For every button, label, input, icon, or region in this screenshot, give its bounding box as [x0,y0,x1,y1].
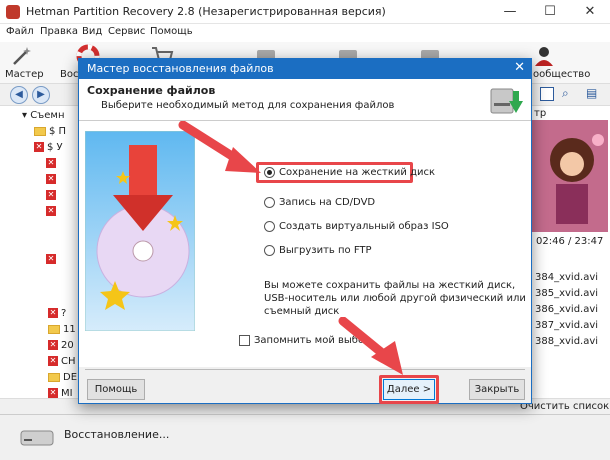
tree-item[interactable]: ✕ $ У [34,142,63,153]
tree-item[interactable]: ✕ [46,206,59,217]
deleted-folder-icon: ✕ [48,388,58,398]
option-ftp[interactable]: Выгрузить по FTP [264,245,372,257]
settings-icon[interactable]: ▤ [586,86,597,100]
expand-icon[interactable]: ▾ [22,110,30,121]
recovery-label[interactable]: Вос [60,69,78,80]
dialog-titlebar: Мастер восстановления файлов ✕ [79,59,531,79]
app-icon [6,5,20,19]
status-text: Восстановление... [64,428,170,441]
deleted-folder-icon: ✕ [48,340,58,350]
drive-icon [20,430,54,446]
dialog-title: Мастер восстановления файлов [87,62,274,75]
video-preview-image [532,120,608,232]
radio-icon[interactable] [264,245,275,256]
menu-service[interactable]: Сервис [108,26,145,37]
close-window-button[interactable]: ✕ [570,0,610,24]
media-time: 02:46 / 23:47 [536,236,604,247]
recovery-wizard-dialog: Мастер восстановления файлов ✕ Сохранени… [78,58,532,404]
menu-help[interactable]: Помощь [150,26,193,37]
option-cd-dvd[interactable]: Запись на CD/DVD [264,197,375,209]
window-titlebar: Hetman Partition Recovery 2.8 (Незарегис… [0,0,610,24]
dialog-heading: Сохранение файлов [87,84,216,97]
folder-icon [48,324,60,334]
radio-selected-icon[interactable] [264,167,275,178]
next-button[interactable]: Далее > [383,379,435,400]
annotation-arrow-icon [338,317,403,375]
file-item[interactable]: 384_xvid.avi [535,272,598,283]
tree-item[interactable]: ✕ CH [48,356,76,367]
deleted-folder-icon: ✕ [34,142,44,152]
folder-icon [48,372,60,382]
menu-edit[interactable]: Правка [40,26,78,37]
radio-icon[interactable] [264,197,275,208]
file-item[interactable]: 385_xvid.avi [535,288,598,299]
file-item[interactable]: 386_xvid.avi [535,304,598,315]
deleted-folder-icon: ✕ [48,356,58,366]
cartoon-thumbnail [532,120,608,232]
file-item[interactable]: 387_xvid.avi [535,320,598,331]
tree-item[interactable]: ✕ [46,174,59,185]
option-iso-image[interactable]: Создать виртуальный образ ISO [264,221,449,233]
back-icon[interactable]: ◀ [10,86,28,104]
tree-item[interactable]: ▾ Съемн [22,110,65,121]
radio-icon[interactable] [264,221,275,232]
tree-item[interactable]: ✕? [48,308,66,319]
tree-item[interactable]: DE [48,372,77,383]
menu-file[interactable]: Файл [6,26,34,37]
folder-tree: ▾ Съемн $ П ✕ $ У ✕ ✕ ✕ ✕ ✕ ✕? 11 ✕ 20 ✕ CH… [0,106,80,406]
menu-bar: Файл Правка Вид Сервис Помощь [0,24,610,42]
dialog-close-icon[interactable]: ✕ [514,60,525,75]
file-item[interactable]: 388_xvid.avi [535,336,598,347]
save-to-disk-icon [490,88,523,114]
option-hard-disk[interactable]: Сохранение на жесткий диск [264,167,435,179]
dialog-body: Сохранение на жесткий диск Запись на CD/… [79,121,531,367]
deleted-folder-icon: ✕ [48,308,58,318]
help-button[interactable]: Помощь [87,379,145,400]
window-title: Hetman Partition Recovery 2.8 (Незарегис… [26,5,386,18]
close-dialog-button[interactable]: Закрыть [469,379,525,400]
clear-list-button[interactable]: Очистить список [520,401,609,412]
tree-item[interactable]: ✕ [46,254,59,265]
deleted-folder-icon: ✕ [46,190,56,200]
dialog-subheading: Выберите необходимый метод для сохранени… [101,100,395,111]
tree-item[interactable]: ✕ [46,158,59,169]
preview-label: тр [534,108,547,119]
deleted-folder-icon: ✕ [46,174,56,184]
tree-item[interactable]: $ П [34,126,66,137]
tree-item[interactable]: ✕ [46,190,59,201]
save-icon[interactable] [540,87,554,101]
deleted-folder-icon: ✕ [46,254,56,264]
tree-item[interactable]: 11 [48,324,76,335]
forward-icon[interactable]: ▶ [32,86,50,104]
folder-icon [34,126,46,136]
maximize-button[interactable]: ☐ [530,0,570,24]
checkbox-icon[interactable] [239,335,250,346]
tree-item[interactable]: ✕ 20 [48,340,74,351]
dialog-header: Сохранение файлов Выберите необходимый м… [79,79,531,121]
option-description: Вы можете сохранить файлы на жесткий дис… [264,280,526,317]
wizard-icon[interactable] [10,44,34,68]
search-icon[interactable]: ⌕ [562,86,569,101]
user-icon[interactable] [532,44,556,68]
menu-view[interactable]: Вид [82,26,102,37]
minimize-button[interactable]: — [490,0,530,24]
deleted-folder-icon: ✕ [46,158,56,168]
status-bar: Восстановление... [0,414,610,460]
deleted-folder-icon: ✕ [46,206,56,216]
wizard-label[interactable]: Мастер [5,69,44,80]
community-label[interactable]: ообщество [533,69,590,80]
dialog-separator [85,369,525,370]
annotation-arrow-icon [178,121,261,173]
